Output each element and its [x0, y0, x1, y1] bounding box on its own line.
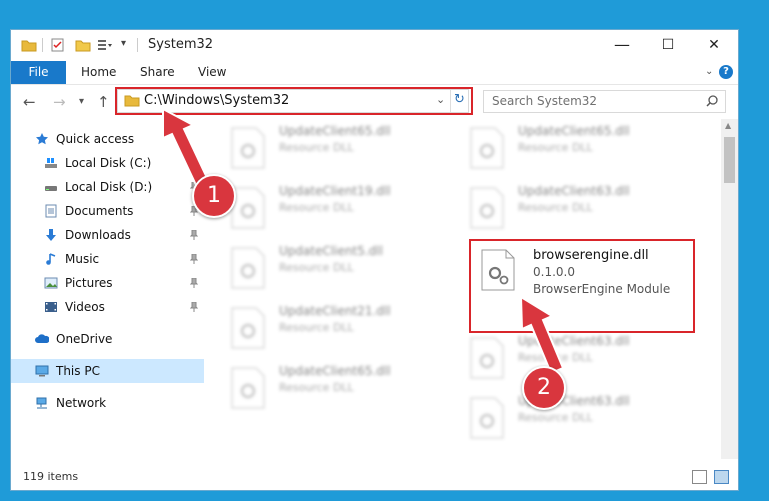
step-badge-2: 2 — [522, 366, 566, 410]
step-badge-1: 1 — [192, 174, 236, 218]
annotation-arrows — [162, 107, 565, 375]
arrow-step-2 — [519, 295, 565, 375]
arrow-step-1 — [162, 107, 210, 187]
